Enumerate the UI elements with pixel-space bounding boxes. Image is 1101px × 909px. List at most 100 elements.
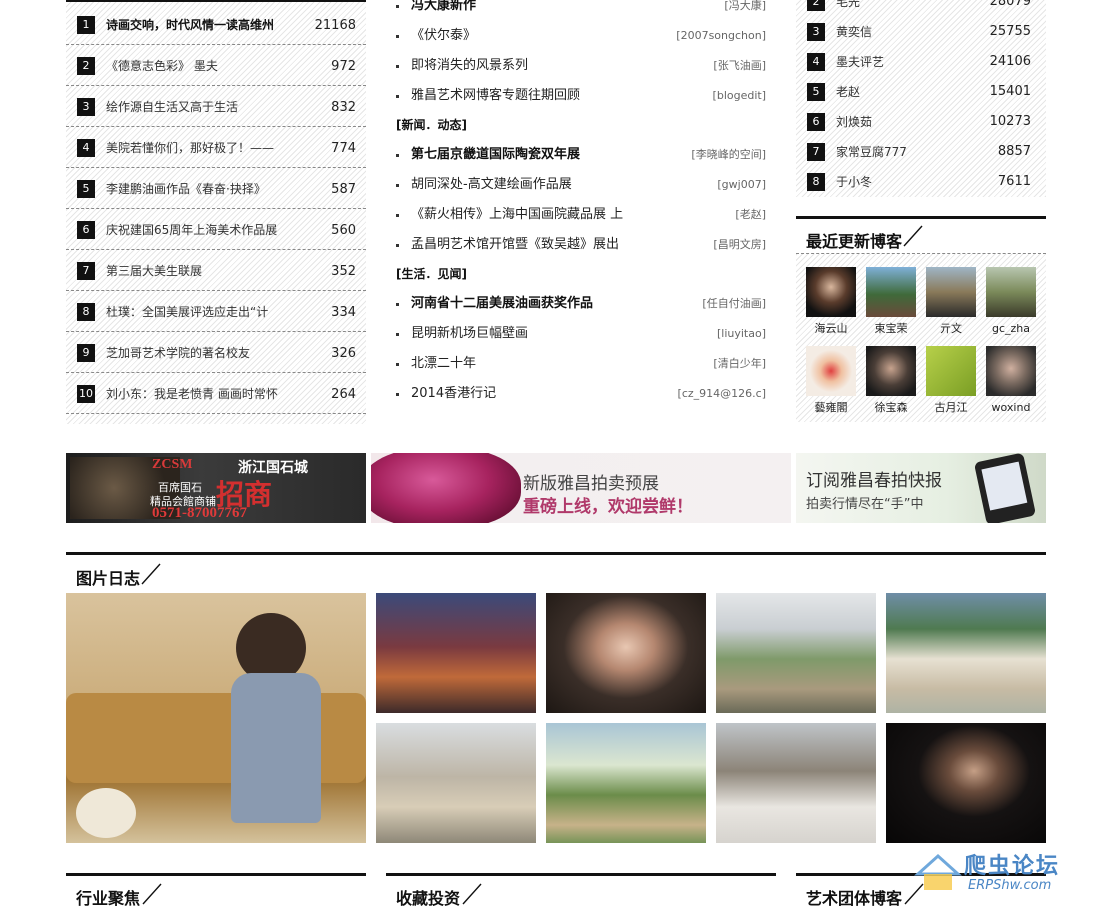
avatar[interactable] xyxy=(926,346,976,396)
photo-painting-2[interactable] xyxy=(546,593,706,713)
banner-zhejiang-stone-city[interactable]: ZCSM 浙江国石城 百席国石 精品会館商铺 招商 0571-87007767 xyxy=(66,453,366,523)
article-author-link[interactable]: [任自付油画] xyxy=(702,294,766,314)
article-item[interactable]: 《伏尔泰》 [2007songchon] xyxy=(396,26,766,46)
article-item[interactable]: 雅昌艺术网博客专题往期回顾 [blogedit] xyxy=(396,86,766,106)
article-author-link[interactable]: [blogedit] xyxy=(713,86,766,106)
article-title-link[interactable]: 冯大康新作 xyxy=(411,0,476,16)
article-author-link[interactable]: [2007songchon] xyxy=(676,26,766,46)
photo-painting-7[interactable] xyxy=(716,723,876,843)
article-title-link[interactable]: 《伏尔泰》 xyxy=(411,26,476,46)
article-author-link[interactable]: [张飞油画] xyxy=(713,56,766,76)
avatar[interactable] xyxy=(926,267,976,317)
article-author-link[interactable]: [李晓峰的空间] xyxy=(691,145,766,165)
article-author-link[interactable]: [liuyitao] xyxy=(717,324,766,344)
article-item[interactable]: 即将消失的风景系列 [张飞油画] xyxy=(396,56,766,76)
banner-spring-auction[interactable]: 订阅雅昌春拍快报 拍卖行情尽在“手”中 xyxy=(796,453,1046,523)
blogger-name-link[interactable]: 老赵 xyxy=(836,83,860,101)
rank-title-link[interactable]: 美院若懂你们，那好极了！—— xyxy=(106,139,274,157)
rank-count: 972 xyxy=(331,59,356,74)
rank-row[interactable]: 6 庆祝建国65周年上海美术作品展 560 xyxy=(66,209,366,250)
article-item[interactable]: 北漂二十年 [清白少年] xyxy=(396,354,766,374)
avatar[interactable] xyxy=(806,346,856,396)
rank-title-link[interactable]: 刘小东：我是老愤青 画画时常怀 xyxy=(106,385,278,403)
blogger-rank-row[interactable]: 8 于小冬 7611 xyxy=(796,168,1046,198)
avatar-name-link[interactable]: woxind xyxy=(981,401,1041,415)
article-title-link[interactable]: 昆明新机场巨幅壁画 xyxy=(411,324,528,344)
article-item[interactable]: 第七届京畿道国际陶瓷双年展 [李晓峰的空间] xyxy=(396,145,766,165)
article-item[interactable]: 孟昌明艺术馆开馆暨《致吴越》展出 [昌明文房] xyxy=(396,235,766,255)
avatar-name-link[interactable]: 海云山 xyxy=(801,322,861,336)
avatar-name-link[interactable]: 徐宝森 xyxy=(861,401,921,415)
blogger-name-link[interactable]: 毛先 xyxy=(836,0,860,11)
rank-row[interactable]: 10 刘小东：我是老愤青 画画时常怀 264 xyxy=(66,373,366,414)
article-title-link[interactable]: 2014香港行记 xyxy=(411,384,496,404)
article-title-link[interactable]: 河南省十二届美展油画获奖作品 xyxy=(411,294,593,314)
rank-row[interactable]: 3 绘作源自生活又高于生活 832 xyxy=(66,86,366,127)
rank-row[interactable]: 5 李建鹏油画作品《春奋·抉择》 587 xyxy=(66,168,366,209)
rank-title-link[interactable]: 杜璞：全国美展评选应走出“计 xyxy=(106,303,268,321)
photo-painting-3[interactable] xyxy=(716,593,876,713)
article-author-link[interactable]: [gwj007] xyxy=(717,175,766,195)
blogger-name-link[interactable]: 家常豆腐777 xyxy=(836,143,907,161)
photo-painting-5[interactable] xyxy=(376,723,536,843)
article-author-link[interactable]: [冯大康] xyxy=(724,0,766,16)
photo-painting-4[interactable] xyxy=(886,593,1046,713)
rank-row[interactable]: 9 芝加哥艺术学院的著名校友 326 xyxy=(66,332,366,373)
avatar[interactable] xyxy=(986,346,1036,396)
avatar-name-link[interactable]: gc_zha xyxy=(981,322,1041,336)
article-title-link[interactable]: 北漂二十年 xyxy=(411,354,476,374)
article-author-link[interactable]: [cz_914@126.c] xyxy=(678,384,766,404)
rank-title-link[interactable]: 李建鹏油画作品《春奋·抉择》 xyxy=(106,180,266,198)
article-title-link[interactable]: 《薪火相传》上海中国画院藏品展 上 xyxy=(411,205,623,225)
article-author-link[interactable]: [清白少年] xyxy=(713,354,766,374)
photo-girl-on-sofa[interactable] xyxy=(66,593,366,843)
rank-title-link[interactable]: 芝加哥艺术学院的著名校友 xyxy=(106,344,250,362)
rank-title-link[interactable]: 《德意志色彩》 墨夫 xyxy=(106,57,218,75)
avatar[interactable] xyxy=(986,267,1036,317)
rank-title-link[interactable]: 绘作源自生活又高于生活 xyxy=(106,98,238,116)
avatar[interactable] xyxy=(806,267,856,317)
article-title-link[interactable]: 第七届京畿道国际陶瓷双年展 xyxy=(411,145,580,165)
blogger-rank-row[interactable]: 2 毛先 28079 xyxy=(796,0,1046,18)
article-author-link[interactable]: [昌明文房] xyxy=(713,235,766,255)
blogger-rank-row[interactable]: 6 刘焕茹 10273 xyxy=(796,108,1046,138)
avatar[interactable] xyxy=(866,346,916,396)
blogger-name-link[interactable]: 墨夫评艺 xyxy=(836,53,884,71)
article-title-link[interactable]: 雅昌艺术网博客专题往期回顾 xyxy=(411,86,580,106)
blogger-name-link[interactable]: 黄奕信 xyxy=(836,23,872,41)
rank-number: 9 xyxy=(77,344,95,362)
article-item[interactable]: 河南省十二届美展油画获奖作品 [任自付油画] xyxy=(396,294,766,314)
article-title-link[interactable]: 孟昌明艺术馆开馆暨《致吴越》展出 xyxy=(411,235,619,255)
article-item[interactable]: 冯大康新作 [冯大康] xyxy=(396,0,766,16)
article-item[interactable]: 昆明新机场巨幅壁画 [liuyitao] xyxy=(396,324,766,344)
rank-title-link[interactable]: 庆祝建国65周年上海美术作品展 xyxy=(106,221,277,239)
rank-title-link[interactable]: 第三届大美生联展 xyxy=(106,262,202,280)
rank-title-link[interactable]: 诗画交响，时代风情一读高维州 xyxy=(106,16,274,34)
avatar[interactable] xyxy=(866,267,916,317)
blogger-name-link[interactable]: 于小冬 xyxy=(836,173,872,191)
avatar-name-link[interactable]: 束宝荣 xyxy=(861,322,921,336)
blogger-rank-row[interactable]: 4 墨夫评艺 24106 xyxy=(796,48,1046,78)
blogger-name-link[interactable]: 刘焕茹 xyxy=(836,113,872,131)
blogger-rank-row[interactable]: 7 家常豆腐777 8857 xyxy=(796,138,1046,168)
photo-painting-6[interactable] xyxy=(546,723,706,843)
article-item[interactable]: 胡同深处-高文建绘画作品展 [gwj007] xyxy=(396,175,766,195)
article-title-link[interactable]: 即将消失的风景系列 xyxy=(411,56,528,76)
article-title-link[interactable]: 胡同深处-高文建绘画作品展 xyxy=(411,175,572,195)
avatar-name-link[interactable]: 藝雍閣 xyxy=(801,401,861,415)
photo-painting-1[interactable] xyxy=(376,593,536,713)
article-item[interactable]: 2014香港行记 [cz_914@126.c] xyxy=(396,384,766,404)
banner-auction-preview[interactable]: 新版雅昌拍卖预展 重磅上线，欢迎尝鲜！ xyxy=(371,453,791,523)
rank-row[interactable]: 2 《德意志色彩》 墨夫 972 xyxy=(66,45,366,86)
avatar-name-link[interactable]: 亓文 xyxy=(921,322,981,336)
rank-row[interactable]: 7 第三届大美生联展 352 xyxy=(66,250,366,291)
rank-row[interactable]: 1 诗画交响，时代风情一读高维州 21168 xyxy=(66,4,366,45)
rank-row[interactable]: 4 美院若懂你们，那好极了！—— 774 xyxy=(66,127,366,168)
avatar-name-link[interactable]: 古月江 xyxy=(921,401,981,415)
blogger-rank-row[interactable]: 3 黄奕信 25755 xyxy=(796,18,1046,48)
article-item[interactable]: 《薪火相传》上海中国画院藏品展 上 [老赵] xyxy=(396,205,766,225)
photo-painting-8[interactable] xyxy=(886,723,1046,843)
rank-row[interactable]: 8 杜璞：全国美展评选应走出“计 334 xyxy=(66,291,366,332)
blogger-rank-row[interactable]: 5 老赵 15401 xyxy=(796,78,1046,108)
article-author-link[interactable]: [老赵] xyxy=(735,205,766,225)
